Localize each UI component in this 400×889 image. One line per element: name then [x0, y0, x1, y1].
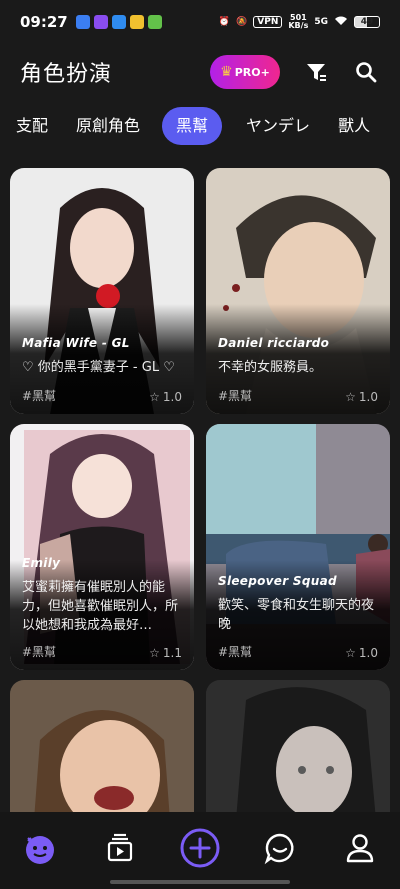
- card-name: Mafia Wife - GL: [22, 336, 130, 350]
- character-portrait: [206, 680, 390, 820]
- character-card[interactable]: Mafia Wife - GL ♡ 你的黑手黨妻子 - GL ♡ #黑幫 ☆ 1…: [10, 168, 194, 414]
- bottom-navigation: [0, 812, 400, 889]
- status-time: 09:27: [20, 13, 68, 31]
- tab-original-character[interactable]: 原創角色: [62, 107, 154, 145]
- star-icon: ☆: [345, 390, 356, 404]
- net-speed: 501 KB/s: [288, 14, 308, 30]
- alarm-icon: ⏰: [218, 17, 231, 27]
- plus-circle-icon: [180, 828, 220, 867]
- character-portrait: [10, 680, 194, 820]
- app-notification-icon: [147, 15, 162, 29]
- pro-label: PRO+: [234, 65, 270, 79]
- nav-create[interactable]: [178, 826, 222, 870]
- card-tag: #黑幫: [218, 389, 253, 403]
- card-name: Daniel ricciardo: [218, 336, 330, 350]
- nav-profile[interactable]: [338, 826, 382, 870]
- mute-icon: 🔕: [236, 17, 248, 27]
- notification-icons: [75, 15, 162, 29]
- card-rating: ☆ 1.1: [149, 646, 182, 660]
- tab-beastman[interactable]: 獸人: [324, 107, 384, 145]
- nav-home[interactable]: [18, 826, 62, 870]
- character-card[interactable]: Sleepover Squad 歡笑、零食和女生聊天的夜晚 #黑幫 ☆ 1.0: [206, 424, 390, 670]
- filter-icon[interactable]: [302, 58, 330, 86]
- vpn-badge: VPN: [253, 16, 283, 28]
- pro-upgrade-button[interactable]: ♛ PRO+: [210, 55, 280, 89]
- character-card[interactable]: [10, 680, 194, 820]
- search-icon[interactable]: [352, 58, 380, 86]
- star-icon: ☆: [345, 646, 356, 660]
- app-notification-icon: [111, 15, 126, 29]
- status-bar: 09:27 ⏰ 🔕 VPN 501 KB/s 5G 49: [0, 0, 400, 44]
- tab-mafia[interactable]: 黑幫: [162, 107, 223, 145]
- star-icon: ☆: [149, 646, 160, 660]
- card-tag: #黑幫: [22, 389, 57, 403]
- rating-value: 1.1: [162, 646, 182, 660]
- star-icon: ☆: [149, 390, 160, 404]
- rating-value: 1.0: [358, 646, 378, 660]
- chat-bubble-icon: [264, 833, 294, 864]
- card-rating: ☆ 1.0: [149, 390, 182, 404]
- nav-chats[interactable]: [258, 826, 302, 870]
- card-description: 艾蜜莉擁有催眠別人的能力，但她喜歡催眠別人，所以她想和我成為最好…: [22, 580, 179, 633]
- tab-dominant[interactable]: 支配: [14, 107, 62, 145]
- rating-value: 1.0: [358, 390, 378, 404]
- network-type: 5G: [314, 17, 328, 27]
- crown-icon: ♛: [220, 64, 233, 80]
- app-notification-icon: [93, 15, 108, 29]
- app-notification-icon: [129, 15, 144, 29]
- home-indicator: [110, 880, 290, 884]
- battery-icon: 49: [354, 16, 380, 28]
- mascot-icon: [26, 835, 54, 864]
- card-name: Sleepover Squad: [218, 574, 337, 588]
- rating-value: 1.0: [162, 390, 182, 404]
- card-description: 不幸的女服務員。: [218, 360, 323, 375]
- character-card[interactable]: [206, 680, 390, 820]
- character-card[interactable]: Daniel ricciardo 不幸的女服務員。 #黑幫 ☆ 1.0: [206, 168, 390, 414]
- card-description: 歡笑、零食和女生聊天的夜晚: [218, 598, 375, 632]
- nav-library[interactable]: [98, 826, 142, 870]
- category-tabs: 支配 原創角色 黑幫 ヤンデレ 獸人: [0, 104, 400, 148]
- card-rating: ☆ 1.0: [345, 646, 378, 660]
- page-title: 角色扮演: [20, 62, 113, 87]
- status-indicators: ⏰ 🔕 VPN 501 KB/s 5G 49: [219, 14, 380, 30]
- stack-play-icon: [107, 833, 133, 861]
- tab-yandere[interactable]: ヤンデレ: [232, 107, 324, 145]
- play-store-icon: [75, 15, 90, 29]
- card-rating: ☆ 1.0: [345, 390, 378, 404]
- card-tag: #黑幫: [218, 645, 253, 659]
- wifi-icon: [334, 15, 348, 29]
- net-speed-unit: KB/s: [288, 21, 309, 30]
- card-name: Emily: [22, 556, 61, 570]
- character-card[interactable]: Emily 艾蜜莉擁有催眠別人的能力，但她喜歡催眠別人，所以她想和我成為最好… …: [10, 424, 194, 670]
- card-tag: #黑幫: [22, 645, 57, 659]
- app-header: 角色扮演 ♛ PRO+: [0, 44, 400, 100]
- card-description: ♡ 你的黑手黨妻子 - GL ♡: [22, 360, 175, 375]
- profile-icon: [346, 833, 374, 862]
